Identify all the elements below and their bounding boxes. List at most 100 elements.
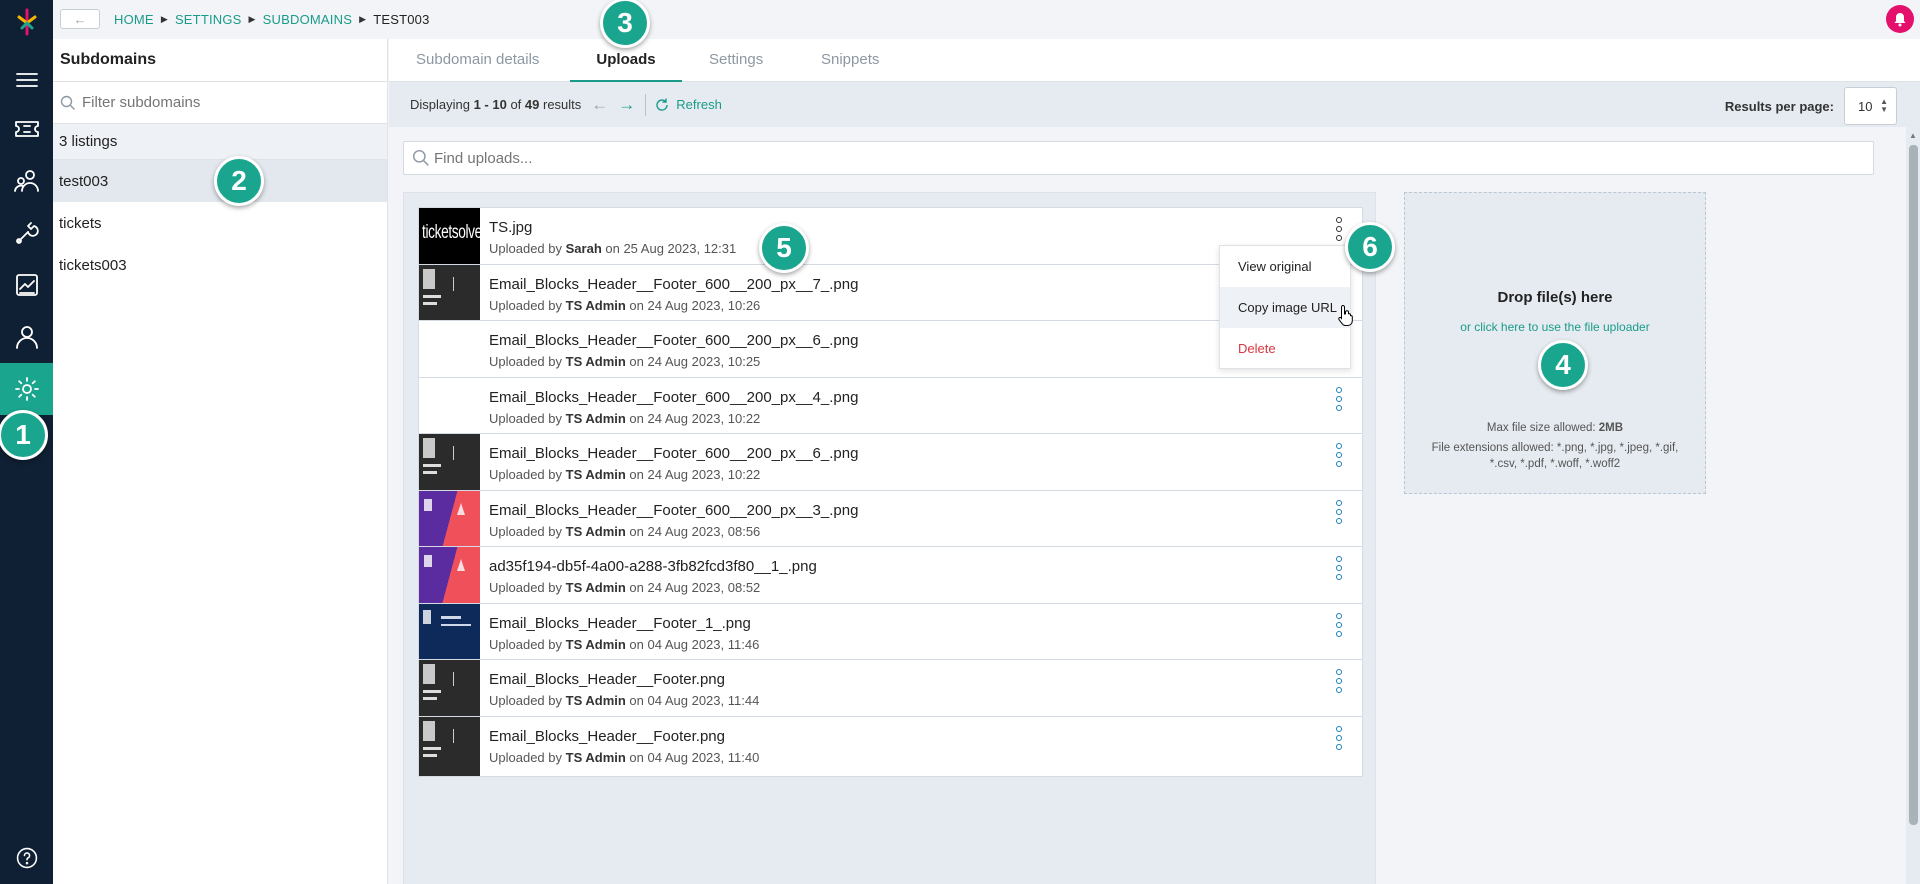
upload-meta: Uploaded by TS Admin on 24 Aug 2023, 08:… xyxy=(489,523,761,539)
breadcrumb: HOME ▶ SETTINGS ▶ SUBDOMAINS ▶ TEST003 xyxy=(114,12,430,27)
upload-filename: ad35f194-db5f-4a00-a288-3fb82fcd3f80__1_… xyxy=(489,558,817,575)
upload-thumbnail[interactable] xyxy=(419,264,480,324)
upload-filename: Email_Blocks_Header__Footer.png xyxy=(489,727,725,745)
dropzone-title: Drop file(s) here xyxy=(1497,289,1613,306)
help-icon[interactable] xyxy=(0,832,53,884)
filter-subdomains xyxy=(53,82,387,124)
upload-row[interactable]: Email_Blocks_Header__Footer_600__200_px_… xyxy=(418,489,1363,551)
tab-snippets[interactable]: Snippets xyxy=(821,39,921,82)
more-options-icon[interactable] xyxy=(1334,217,1344,241)
scrollbar[interactable]: ▲ xyxy=(1906,127,1920,884)
refresh-button[interactable]: Refresh xyxy=(654,97,722,113)
upload-meta: Uploaded by TS Admin on 04 Aug 2023, 11:… xyxy=(489,693,760,708)
max-file-size: Max file size allowed: 2MB xyxy=(1486,422,1624,434)
find-uploads-input[interactable] xyxy=(434,149,1834,167)
upload-thumbnail[interactable] xyxy=(419,603,480,663)
upload-thumbnail[interactable] xyxy=(419,660,480,719)
results-per-page-select[interactable]: 10 ▲ ▼ xyxy=(1844,87,1897,125)
upload-row[interactable]: Email_Blocks_Header__Footer_600__200_px_… xyxy=(418,376,1363,438)
upload-meta: Uploaded by TS Admin on 04 Aug 2023, 11:… xyxy=(489,749,760,765)
subdomain-item-tickets[interactable]: tickets xyxy=(53,202,387,244)
results-toolbar: Displaying 1 - 10 of 49 results ← → Refr… xyxy=(389,82,1920,127)
upload-thumbnail[interactable] xyxy=(419,547,480,606)
allowed-extensions: File extensions allowed: *.png, *.jpg, *… xyxy=(1431,442,1679,470)
upload-thumbnail[interactable]: ticketsolve xyxy=(419,208,482,267)
search-icon xyxy=(412,149,429,166)
upload-meta: Uploaded by TS Admin on 04 Aug 2023, 11:… xyxy=(489,636,760,652)
upload-meta: Uploaded by TS Admin on 24 Aug 2023, 10:… xyxy=(489,467,761,482)
upload-meta: Uploaded by TS Admin on 24 Aug 2023, 08:… xyxy=(489,580,761,595)
tickets-icon[interactable] xyxy=(0,103,53,155)
breadcrumb-separator-icon: ▶ xyxy=(359,14,367,24)
user-icon[interactable] xyxy=(0,311,53,363)
thumbnail-text: ticketsolve xyxy=(422,222,482,243)
upload-thumbnail[interactable] xyxy=(419,716,480,776)
upload-row[interactable]: ad35f194-db5f-4a00-a288-3fb82fcd3f80__1_… xyxy=(418,546,1363,607)
find-uploads xyxy=(403,141,1874,175)
breadcrumb-settings[interactable]: SETTINGS xyxy=(175,12,242,27)
upload-row[interactable]: Email_Blocks_Header__Footer.png Uploaded … xyxy=(418,659,1363,720)
main-content: Subdomain details Uploads Settings Snipp… xyxy=(389,39,1920,884)
upload-filename: Email_Blocks_Header__Footer_1_.png xyxy=(489,614,751,632)
upload-row[interactable]: Email_Blocks_Header__Footer_1_.png Upload… xyxy=(418,602,1363,664)
top-bar: ← HOME ▶ SETTINGS ▶ SUBDOMAINS ▶ TEST003 xyxy=(53,0,1920,39)
next-page-icon[interactable]: → xyxy=(618,95,635,115)
more-options-icon[interactable] xyxy=(1334,556,1344,580)
more-options-icon[interactable] xyxy=(1334,612,1344,637)
previous-page-icon[interactable]: ← xyxy=(591,95,608,115)
results-per-page-label: Results per page: xyxy=(1724,98,1834,114)
upload-meta: Uploaded by TS Admin on 24 Aug 2023, 10:… xyxy=(489,297,761,313)
upload-context-menu: View original Copy image URL Delete xyxy=(1219,245,1351,369)
breadcrumb-separator-icon: ▶ xyxy=(160,14,168,24)
upload-thumbnail[interactable] xyxy=(419,377,480,437)
back-button[interactable]: ← xyxy=(60,9,100,29)
breadcrumb-home[interactable]: HOME xyxy=(114,12,154,27)
upload-thumbnail[interactable] xyxy=(419,434,480,493)
menu-item-copy-image-url[interactable]: Copy image URL xyxy=(1220,287,1350,328)
listings-count: 3 listings xyxy=(53,124,387,160)
file-uploader-link[interactable]: or click here to use the file uploader xyxy=(1405,320,1705,334)
upload-row[interactable]: Email_Blocks_Header__Footer.png Uploaded … xyxy=(418,715,1363,777)
step-badge: 4 xyxy=(1538,340,1588,390)
step-badge: 5 xyxy=(759,223,809,273)
refresh-icon xyxy=(656,98,668,111)
notifications-bell-icon[interactable] xyxy=(1886,5,1914,33)
tools-icon[interactable] xyxy=(0,207,53,259)
menu-icon[interactable] xyxy=(0,54,53,106)
step-badge: 1 xyxy=(0,410,48,460)
more-options-icon[interactable] xyxy=(1334,499,1344,524)
upload-thumbnail[interactable] xyxy=(419,321,480,380)
upload-thumbnail[interactable] xyxy=(419,490,480,550)
upload-filename: Email_Blocks_Header__Footer_600__200_px_… xyxy=(489,501,859,519)
breadcrumb-separator-icon: ▶ xyxy=(248,14,256,24)
hand-cursor-icon xyxy=(1338,304,1353,326)
menu-item-delete[interactable]: Delete xyxy=(1220,328,1350,369)
subdomains-title: Subdomains xyxy=(53,39,387,82)
upload-filename: Email_Blocks_Header__Footer_600__200_px_… xyxy=(489,332,859,349)
upload-filename: Email_Blocks_Header__Footer_600__200_px_… xyxy=(489,445,859,462)
reports-icon[interactable] xyxy=(0,259,53,311)
search-icon xyxy=(60,95,75,110)
settings-icon[interactable] xyxy=(0,363,53,415)
app-logo-icon[interactable] xyxy=(14,8,40,36)
more-options-icon[interactable] xyxy=(1334,386,1344,411)
breadcrumb-subdomains[interactable]: SUBDOMAINS xyxy=(263,12,352,27)
stepper-arrows-icon: ▲ ▼ xyxy=(1880,97,1888,114)
scroll-up-icon[interactable]: ▲ xyxy=(1909,131,1917,140)
scrollbar-thumb[interactable] xyxy=(1909,145,1918,825)
more-options-icon[interactable] xyxy=(1334,443,1344,467)
filter-subdomains-input[interactable] xyxy=(82,94,372,111)
upload-meta: Uploaded by TS Admin on 24 Aug 2023, 10:… xyxy=(489,410,761,426)
breadcrumb-current: TEST003 xyxy=(373,12,430,27)
customers-icon[interactable] xyxy=(0,155,53,207)
tab-settings[interactable]: Settings xyxy=(709,39,821,82)
subdomain-item-tickets003[interactable]: tickets003 xyxy=(53,244,387,286)
results-per-page: Results per page: 10 ▲ ▼ xyxy=(1725,87,1897,125)
menu-item-view-original[interactable]: View original xyxy=(1220,246,1350,287)
more-options-icon[interactable] xyxy=(1334,669,1344,693)
step-badge: 3 xyxy=(600,0,650,48)
upload-row[interactable]: Email_Blocks_Header__Footer_600__200_px_… xyxy=(418,433,1363,494)
upload-filename: Email_Blocks_Header__Footer_600__200_px_… xyxy=(489,275,859,293)
more-options-icon[interactable] xyxy=(1334,725,1344,750)
results-summary: Displaying 1 - 10 of 49 results xyxy=(410,97,582,112)
